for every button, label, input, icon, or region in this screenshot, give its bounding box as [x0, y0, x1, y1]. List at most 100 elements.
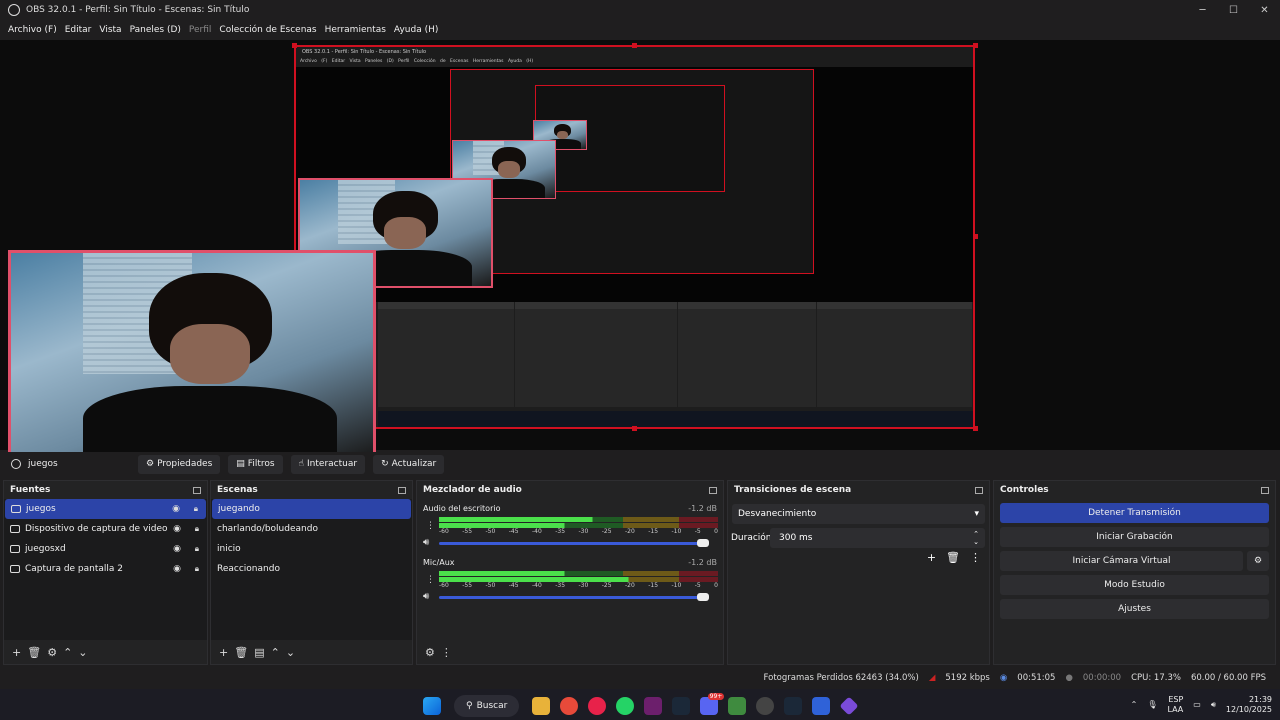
maximize-icon[interactable]: ☐ [1218, 0, 1249, 20]
mic-icon[interactable]: 🎙︎ [1147, 700, 1157, 709]
webcam-source[interactable] [8, 250, 376, 458]
resize-handle[interactable] [973, 426, 978, 431]
menu-tools[interactable]: Herramientas [321, 25, 390, 35]
volume-slider[interactable] [439, 539, 709, 547]
obs-icon[interactable] [756, 697, 775, 715]
app-icon[interactable] [644, 697, 663, 715]
popout-icon[interactable] [193, 486, 201, 494]
scale-tick: -50 [485, 528, 496, 535]
stop-streaming-button[interactable]: Detener Transmisión [1000, 503, 1269, 523]
clock[interactable]: 21:39 12/10/2025 [1226, 695, 1272, 715]
properties-button[interactable]: ⚙ Propiedades [138, 454, 221, 474]
resize-handle[interactable] [292, 43, 297, 48]
close-icon[interactable]: ✕ [1249, 0, 1280, 20]
volume-slider[interactable] [439, 593, 709, 601]
source-item[interactable]: Dispositivo de captura de video ◉ 🔒︎ [4, 519, 207, 539]
popout-icon[interactable] [975, 486, 983, 494]
filter-icon[interactable]: ▤ [254, 646, 264, 659]
menu-file[interactable]: Archivo (F) [4, 25, 61, 35]
steam-icon[interactable] [784, 697, 803, 715]
resize-handle[interactable] [973, 43, 978, 48]
whatsapp-icon[interactable] [616, 697, 635, 715]
trash-icon[interactable]: 🗑︎ [234, 646, 248, 659]
menu-scene-collection[interactable]: Colección de Escenas [215, 25, 320, 35]
virtual-camera-button[interactable]: Iniciar Cámara Virtual [1000, 551, 1243, 571]
speaker-icon[interactable]: 🔊︎ [423, 537, 429, 548]
add-icon[interactable]: + [219, 646, 228, 659]
popout-icon[interactable] [398, 486, 406, 494]
lock-icon[interactable]: 🔒︎ [195, 564, 199, 574]
virtual-camera-settings-button[interactable]: ⚙ [1247, 551, 1269, 571]
gear-icon[interactable]: ⚙ [425, 646, 435, 659]
discord-icon[interactable]: 99+ [700, 693, 725, 715]
resize-handle[interactable] [632, 43, 637, 48]
spin-icon[interactable]: ⌃ ⌄ [973, 530, 979, 546]
trash-icon[interactable]: 🗑︎ [27, 646, 41, 659]
minecraft-icon[interactable] [728, 697, 747, 715]
add-icon[interactable]: + [927, 551, 936, 564]
chevron-up-icon[interactable]: ⌃ [1131, 700, 1138, 709]
app-icon[interactable] [812, 697, 831, 715]
popout-icon[interactable] [709, 486, 717, 494]
eye-icon[interactable]: ◉ [173, 544, 181, 554]
eye-icon[interactable]: ◉ [173, 564, 181, 574]
source-item[interactable]: juegos ◉ 🔒︎ [5, 499, 206, 519]
transition-select[interactable]: Desvanecimiento ▾ [732, 504, 985, 524]
minimize-icon[interactable]: ─ [1187, 0, 1218, 20]
taskbar-search[interactable]: ⚲ Buscar [454, 695, 520, 717]
trash-icon[interactable]: 🗑︎ [946, 551, 960, 564]
menu-dots-icon[interactable]: ⋮ [441, 646, 452, 659]
scene-item[interactable]: juegando [212, 499, 411, 519]
dock-title: Mezclador de audio [423, 485, 522, 495]
source-item[interactable]: juegosxd ◉ 🔒︎ [4, 539, 207, 559]
add-icon[interactable]: + [12, 646, 21, 659]
scene-item[interactable]: charlando/boludeando [211, 519, 412, 539]
arrow-up-icon[interactable]: ⌃ [271, 646, 280, 659]
popout-icon[interactable] [1261, 486, 1269, 494]
refresh-button[interactable]: ↻ Actualizar [373, 454, 445, 474]
start-recording-button[interactable]: Iniciar Grabación [1000, 527, 1269, 547]
arrow-down-icon[interactable]: ⌄ [286, 646, 295, 659]
volume-icon[interactable]: 🔊︎ [1211, 700, 1216, 710]
scene-item[interactable]: inicio [211, 539, 412, 559]
scene-item[interactable]: Reaccionando [211, 559, 412, 579]
lock-icon[interactable]: 🔒︎ [195, 524, 199, 534]
lock-icon[interactable]: 🔒︎ [195, 544, 199, 554]
source-label: Captura de pantalla 2 [25, 564, 124, 574]
duration-input[interactable]: 300 ms ⌃ ⌄ [770, 528, 985, 548]
slider-knob[interactable] [697, 593, 709, 601]
file-explorer-icon[interactable] [532, 697, 551, 715]
eye-icon[interactable]: ◉ [172, 504, 180, 514]
arrow-up-icon[interactable]: ⌃ [63, 646, 72, 659]
menu-docks[interactable]: Paneles (D) [126, 25, 185, 35]
network-icon[interactable]: ▭ [1193, 700, 1201, 709]
filters-button[interactable]: ▤ Filtros [228, 454, 283, 474]
language-indicator[interactable]: ESP LAA [1167, 695, 1183, 715]
arrow-down-icon[interactable]: ⌄ [78, 646, 87, 659]
scale-tick: -10 [671, 582, 682, 589]
resize-handle[interactable] [632, 426, 637, 431]
interact-button[interactable]: ☝ Interactuar [290, 454, 366, 474]
menu-dots-icon[interactable]: ⋮ [426, 575, 435, 585]
slider-knob[interactable] [697, 539, 709, 547]
channel-db: -1.2 dB [688, 558, 717, 567]
resize-handle[interactable] [973, 234, 978, 239]
eye-icon[interactable]: ◉ [173, 524, 181, 534]
settings-button[interactable]: Ajustes [1000, 599, 1269, 619]
menu-view[interactable]: Vista [95, 25, 125, 35]
speaker-icon[interactable]: 🔊︎ [423, 591, 429, 602]
menu-dots-icon[interactable]: ⋮ [426, 521, 435, 531]
gear-icon[interactable]: ⚙ [47, 646, 57, 659]
chrome-icon[interactable] [560, 697, 579, 715]
menu-edit[interactable]: Editar [61, 25, 96, 35]
app-icon[interactable] [839, 696, 859, 716]
menu-help[interactable]: Ayuda (H) [390, 25, 442, 35]
lock-icon[interactable]: 🔒︎ [194, 504, 198, 514]
media-icon[interactable] [588, 697, 607, 715]
windows-start-icon[interactable] [423, 697, 441, 715]
steam-icon[interactable] [672, 697, 691, 715]
menu-bar: Archivo (F) Editar Vista Paneles (D) Per… [0, 20, 442, 40]
source-item[interactable]: Captura de pantalla 2 ◉ 🔒︎ [4, 559, 207, 579]
menu-dots-icon[interactable]: ⋮ [970, 551, 981, 564]
studio-mode-button[interactable]: Modo Estudio [1000, 575, 1269, 595]
